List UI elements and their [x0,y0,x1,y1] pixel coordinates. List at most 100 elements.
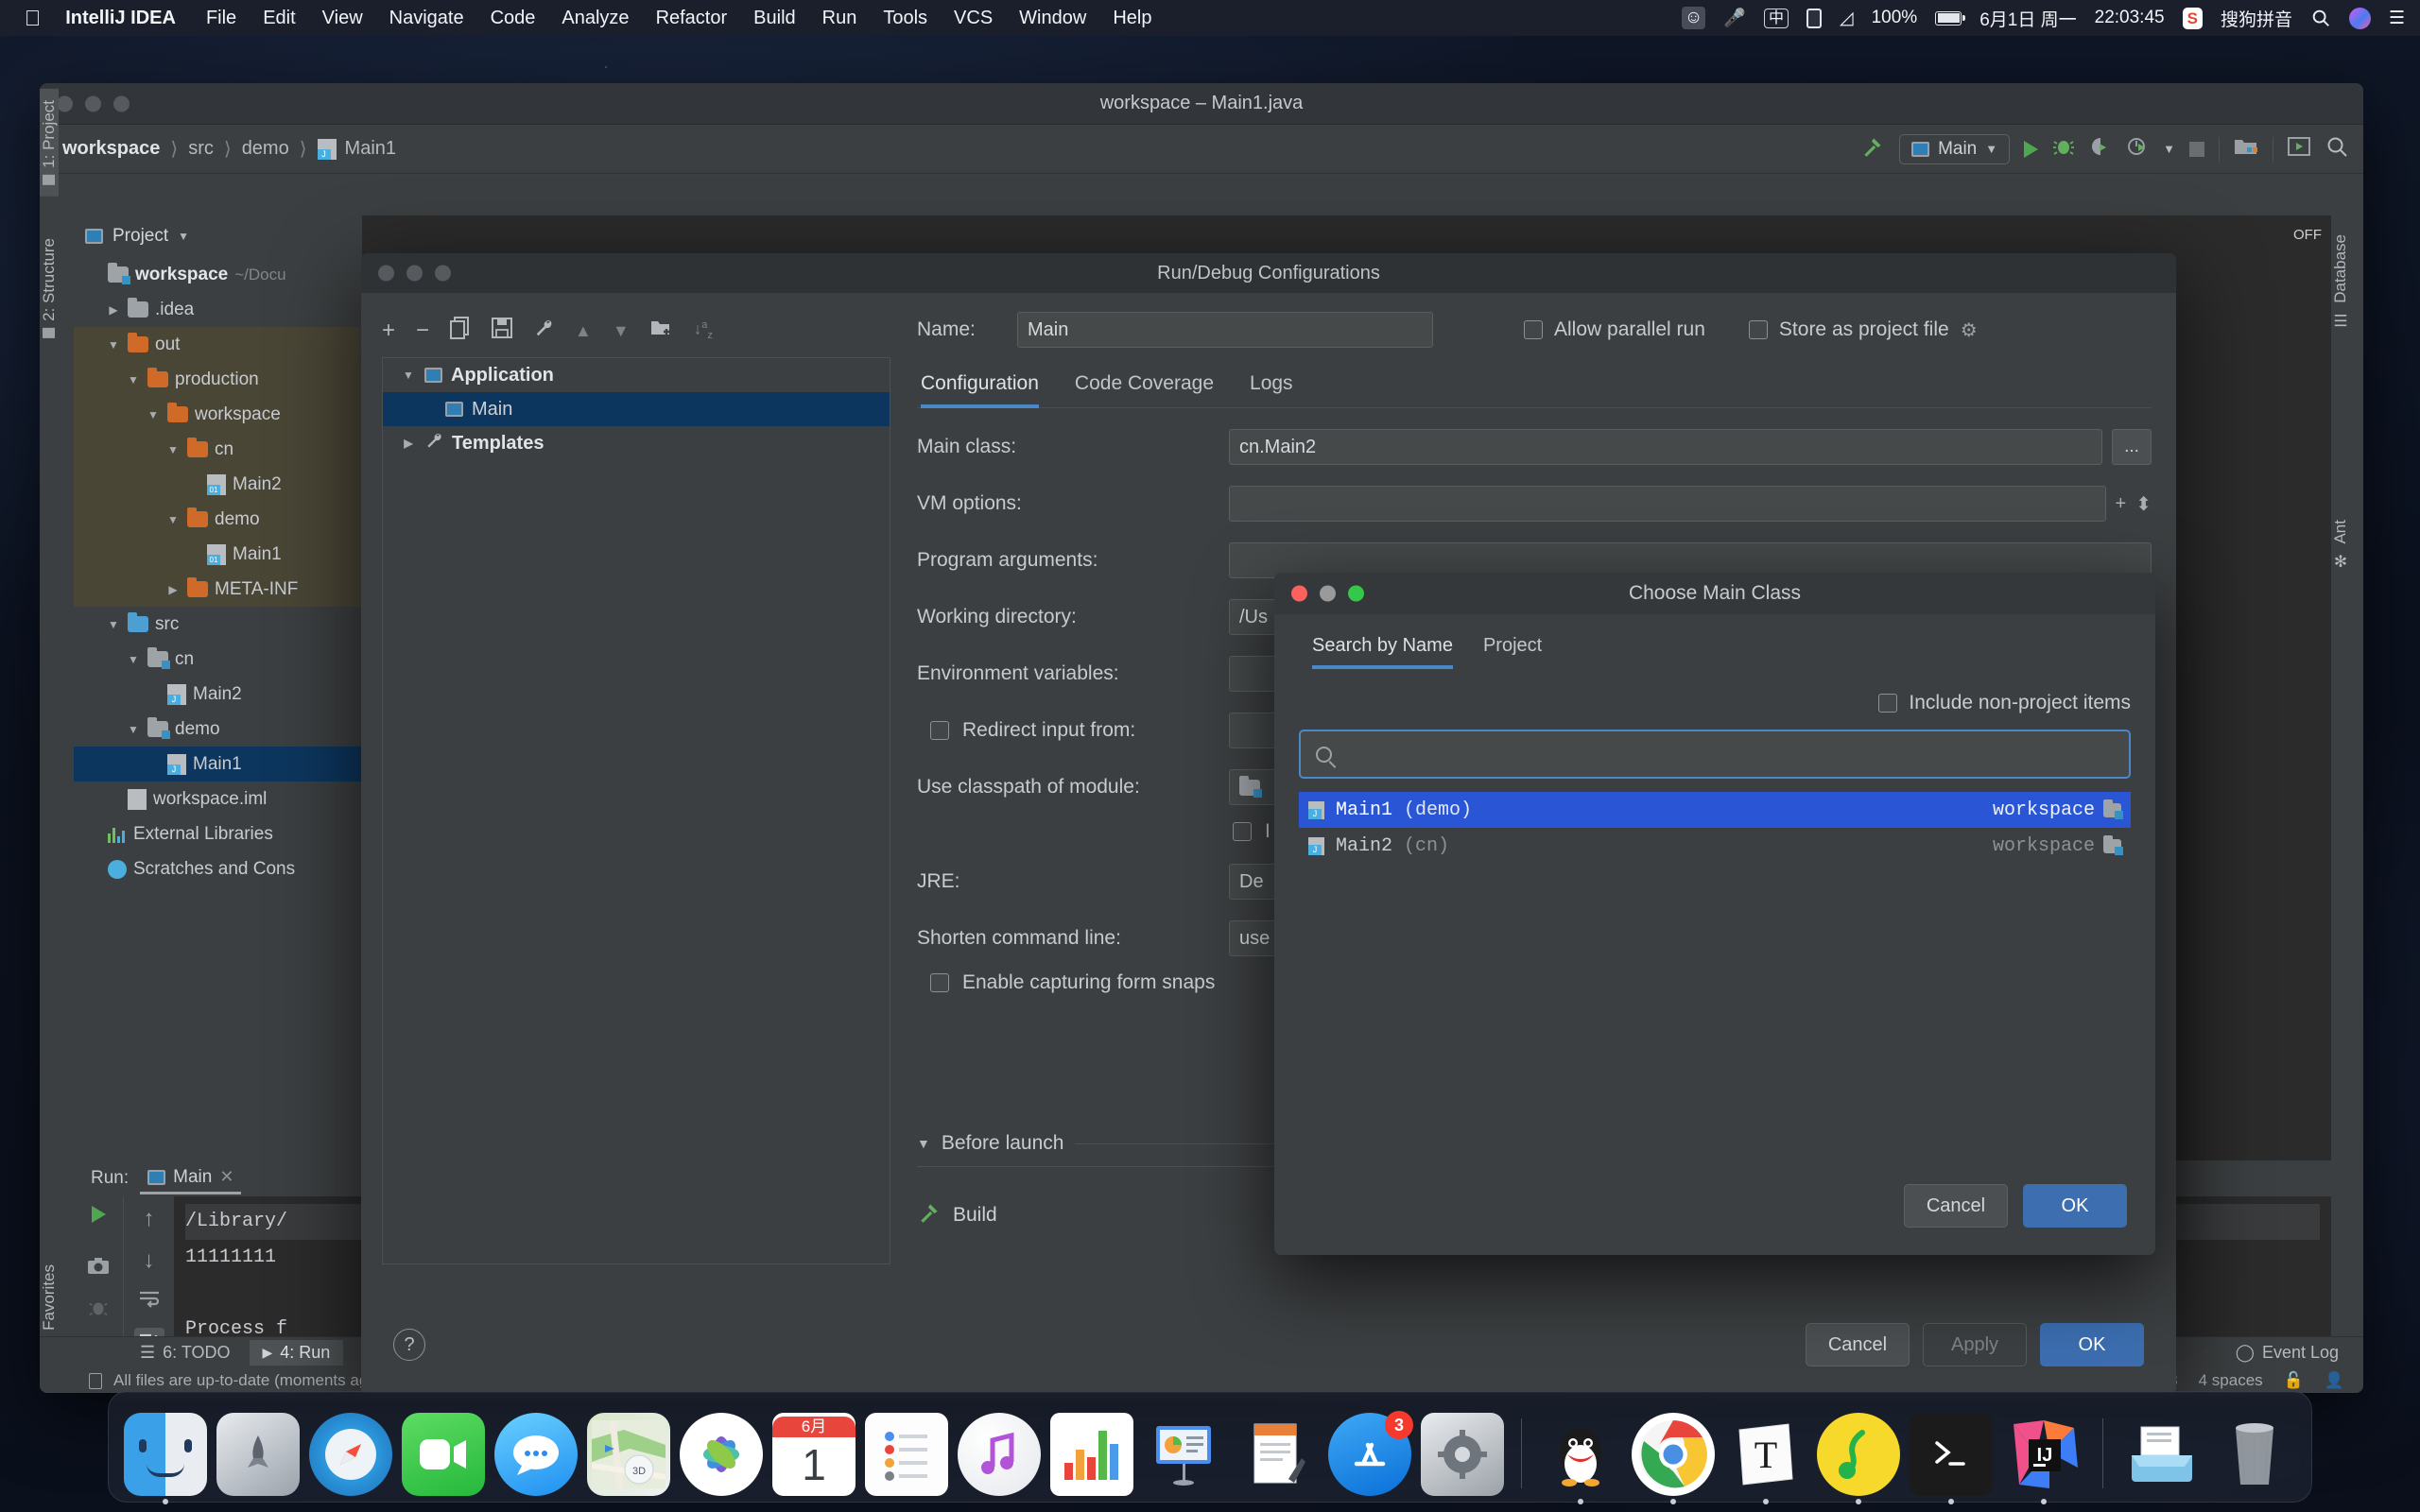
chevron-down-icon[interactable]: ▼ [106,618,121,631]
menu-item-vcs[interactable]: VCS [954,8,993,29]
chevron-down-icon[interactable]: ▼ [126,653,141,666]
siri-icon[interactable] [2348,7,2371,29]
status-indent[interactable]: 4 spaces [2199,1371,2263,1390]
browse-main-class-button[interactable]: ... [2112,429,2152,465]
sidebar-item-database[interactable]: ☰ Database [2331,223,2350,340]
debug-icon[interactable] [2052,135,2075,163]
scroll-up-icon[interactable]: ↑ [144,1206,155,1232]
form-snapshots-checkbox[interactable] [930,973,949,992]
run-configuration-selector[interactable]: Main ▼ [1899,133,2011,164]
menu-item-edit[interactable]: Edit [263,8,295,29]
main-class-input[interactable]: cn.Main2 [1229,429,2102,465]
soft-wrap-icon[interactable] [138,1289,161,1313]
project-panel-header[interactable]: Project ▼ [74,215,362,257]
include-dependencies-checkbox[interactable] [1233,822,1252,841]
rerun-icon[interactable] [91,1206,106,1223]
sogou-ime-logo-icon[interactable]: S [2182,7,2203,29]
safari-icon[interactable] [309,1413,392,1496]
vm-options-input[interactable] [1229,486,2106,522]
allow-parallel-run-checkbox[interactable] [1524,320,1543,339]
run-debug-apply-button[interactable]: Apply [1923,1323,2027,1366]
menu-item-view[interactable]: View [322,8,363,29]
finder-icon[interactable] [124,1413,207,1504]
event-log-button[interactable]: ◯ Event Log [2222,1340,2363,1366]
add-icon[interactable]: + [382,318,395,344]
choose-main-class-cancel-button[interactable]: Cancel [1904,1184,2008,1228]
update-project-icon[interactable] [2288,136,2311,163]
run-debug-cancel-button[interactable]: Cancel [1806,1323,1910,1366]
run-icon[interactable] [2024,140,2039,158]
chevron-down-icon[interactable]: ▼ [146,408,161,421]
run-with-coverage-icon[interactable] [2089,135,2112,163]
menu-item-navigate[interactable]: Navigate [389,8,464,29]
project-tree-row[interactable]: workspace.iml [74,782,362,816]
tab-code-coverage[interactable]: Code Coverage [1075,372,1214,408]
choose-main-class-ok-button[interactable]: OK [2023,1184,2127,1228]
menu-item-window[interactable]: Window [1019,8,1086,29]
pages-icon[interactable] [1236,1413,1319,1496]
project-tree-row[interactable]: ▼ production [74,362,362,397]
project-structure-icon[interactable] [2234,136,2258,163]
messages-icon[interactable] [494,1413,578,1496]
project-tree-row[interactable]: Main2 [74,467,362,502]
menu-item-analyze[interactable]: Analyze [562,8,629,29]
downloads-stack-icon[interactable] [2120,1413,2204,1496]
gear-icon[interactable]: ⚙ [1961,318,1978,342]
chevron-down-icon[interactable]: ▼ [2163,142,2175,156]
wifi-icon[interactable]: ◿ [1840,8,1854,29]
run-configuration-tree-row[interactable]: ▶ Templates [383,426,890,460]
app-store-icon[interactable]: 3 [1328,1411,1413,1496]
ide-traffic-lights[interactable] [57,95,130,112]
edit-templates-icon[interactable] [533,318,554,345]
project-file-tree[interactable]: workspace ~/Docu ▶ .idea ▼ out ▼ production ▼ wor… [74,257,362,886]
input-source-indicator[interactable]: 中 [1763,8,1789,28]
project-tree-row[interactable]: ▶ .idea [74,292,362,327]
menu-app-name[interactable]: IntelliJ IDEA [65,8,176,29]
microphone-icon[interactable]: 🎤 [1723,7,1746,29]
chevron-down-icon[interactable]: ▼ [106,338,121,352]
close-dialog-button[interactable] [1291,585,1307,602]
system-preferences-icon[interactable] [1421,1413,1504,1496]
menu-item-run[interactable]: Run [822,8,857,29]
maximize-dialog-button[interactable] [1348,585,1364,602]
store-as-project-file-checkbox[interactable] [1748,320,1768,339]
expand-editor-icon[interactable]: ⬍ [2135,492,2152,516]
notification-center-icon[interactable]: ☰ [2389,8,2405,29]
sidebar-item-structure[interactable]: 2: Structure [40,227,59,350]
menu-item-refactor[interactable]: Refactor [656,8,728,29]
tab-logs[interactable]: Logs [1250,372,1293,408]
chevron-down-icon[interactable]: ▼ [178,230,189,243]
terminal-icon[interactable] [1910,1413,1993,1504]
chevron-down-icon[interactable]: ▼ [401,369,416,382]
google-chrome-icon[interactable] [1632,1413,1715,1504]
class-result-row[interactable]: Main2 (cn) workspace [1299,828,2131,864]
stop-icon[interactable] [2189,141,2204,157]
project-tree-row[interactable]: Main1 [74,537,362,572]
project-tree-row[interactable]: ▼ demo [74,502,362,537]
calendar-icon[interactable]: 6月 1 [772,1413,856,1496]
help-icon[interactable]: ? [393,1329,425,1361]
sort-alphabetically-icon[interactable]: ↓az [694,319,713,341]
close-window-button[interactable] [57,95,73,112]
project-tree-row[interactable]: ▼ workspace [74,397,362,432]
smiley-face-icon[interactable]: ☺ [1681,7,1706,29]
collapse-triangle-icon[interactable]: ▼ [917,1136,930,1151]
project-tree-row[interactable]: ▼ cn [74,432,362,467]
chevron-down-icon[interactable]: ▼ [126,373,141,387]
keynote-icon[interactable] [1143,1413,1226,1496]
project-tree-row[interactable]: ▼ out [74,327,362,362]
close-dialog-button[interactable] [378,265,394,282]
intellij-idea-icon[interactable]: IJ [2002,1413,2085,1504]
chevron-down-icon[interactable]: ▼ [126,723,141,736]
save-icon[interactable] [492,317,513,345]
menu-item-build[interactable]: Build [753,8,795,29]
spotlight-search-icon[interactable] [2310,8,2331,28]
run-debug-ok-button[interactable]: OK [2040,1323,2144,1366]
move-up-icon[interactable]: ▲ [575,321,592,341]
chevron-right-icon[interactable]: ▶ [165,583,181,596]
copy-icon[interactable] [450,316,471,346]
project-tree-row[interactable]: workspace ~/Docu [74,257,362,292]
sidebar-item-ant[interactable]: ✻ Ant [2331,508,2350,581]
project-tree-row[interactable]: ▼ cn [74,642,362,677]
run-debug-traffic-lights[interactable] [378,265,451,282]
